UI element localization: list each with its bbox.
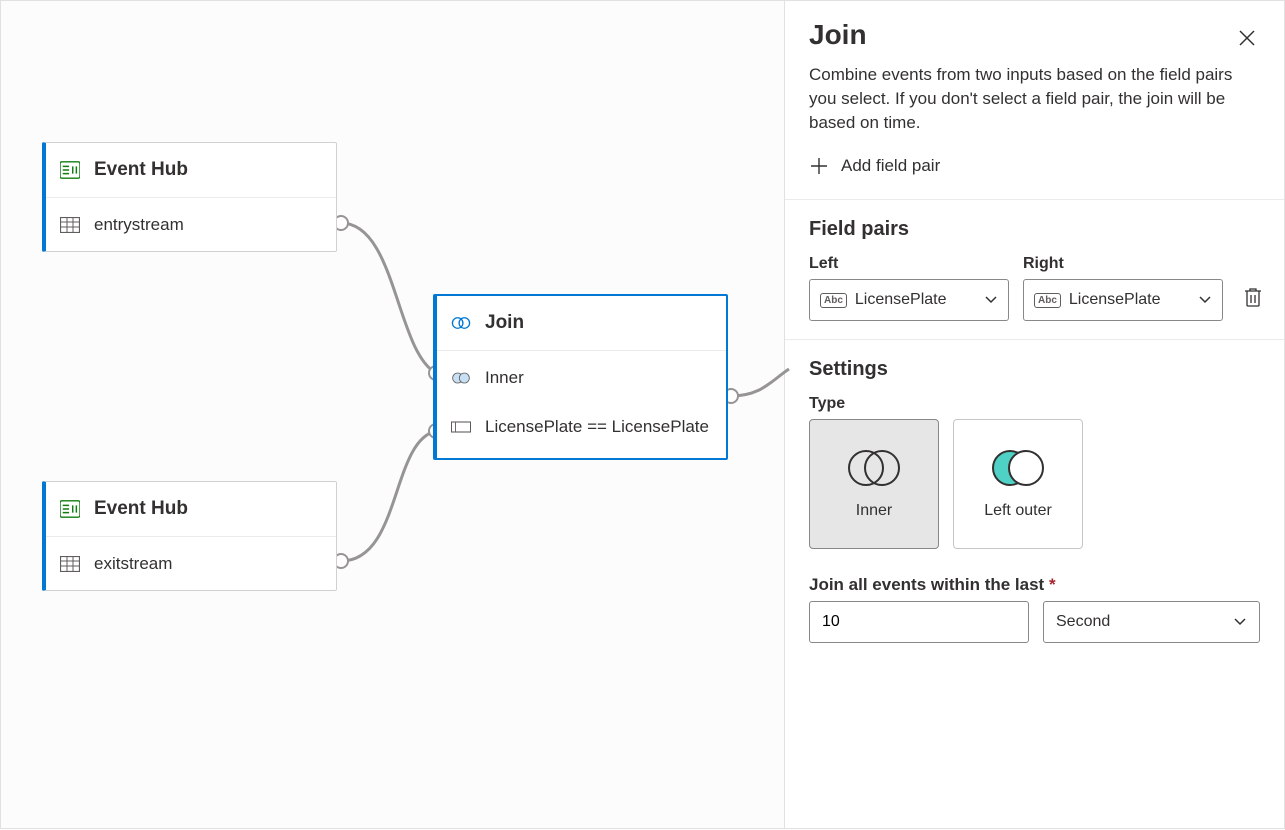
join-type-left-outer[interactable]: Left outer bbox=[953, 419, 1083, 549]
node-title: Event Hub bbox=[94, 159, 188, 181]
add-field-pair-button[interactable]: Add field pair bbox=[809, 152, 940, 180]
left-field-dropdown[interactable]: Abc LicensePlate bbox=[809, 279, 1009, 321]
join-type-left-outer-label: Left outer bbox=[984, 502, 1052, 520]
join-type-tiles: Inner Left outer bbox=[809, 419, 1260, 549]
node-header: Event Hub bbox=[46, 143, 336, 197]
string-type-icon: Abc bbox=[1034, 293, 1061, 308]
time-window-value-input[interactable] bbox=[809, 601, 1029, 643]
node-condition-row: LicensePlate == LicensePlate bbox=[437, 404, 726, 458]
join-type-inner[interactable]: Inner bbox=[809, 419, 939, 549]
left-field-value: LicensePlate bbox=[855, 291, 947, 309]
add-field-pair-label: Add field pair bbox=[841, 156, 940, 176]
string-type-icon: Abc bbox=[820, 293, 847, 308]
table-icon bbox=[60, 554, 80, 574]
join-icon bbox=[451, 313, 471, 333]
time-window-unit-value: Second bbox=[1056, 613, 1110, 631]
node-join-type-row: Inner bbox=[437, 350, 726, 404]
settings-section: Settings Type Inner Left outer bbox=[785, 339, 1284, 661]
time-window-unit-select[interactable]: Second bbox=[1043, 601, 1260, 643]
app-root: Event Hub entrystream bbox=[0, 0, 1285, 829]
inner-venn-icon bbox=[842, 448, 906, 488]
node-header: Join bbox=[437, 296, 726, 350]
node-title: Event Hub bbox=[94, 498, 188, 520]
time-window-row: Second bbox=[809, 601, 1260, 643]
trash-icon bbox=[1243, 286, 1263, 308]
left-column: Left Abc LicensePlate bbox=[809, 255, 1009, 321]
left-outer-venn-icon bbox=[986, 448, 1050, 488]
close-button[interactable] bbox=[1234, 25, 1260, 54]
plus-icon bbox=[809, 156, 829, 176]
field-pair-row: Left Abc LicensePlate Right bbox=[809, 255, 1260, 321]
right-field-value: LicensePlate bbox=[1069, 291, 1161, 309]
node-subtitle: entrystream bbox=[94, 215, 184, 235]
settings-heading: Settings bbox=[809, 358, 1260, 381]
chevron-down-icon bbox=[984, 295, 998, 305]
node-title: Join bbox=[485, 312, 524, 334]
field-pairs-heading: Field pairs bbox=[809, 218, 1260, 241]
delete-pair-button[interactable] bbox=[1237, 280, 1269, 317]
node-join-type-text: Inner bbox=[485, 368, 524, 388]
right-column: Right Abc LicensePlate bbox=[1023, 255, 1223, 321]
node-header: Event Hub bbox=[46, 482, 336, 536]
node-subrow: exitstream bbox=[46, 536, 336, 590]
field-icon bbox=[451, 417, 471, 437]
left-label: Left bbox=[809, 255, 1009, 273]
panel-description: Combine events from two inputs based on … bbox=[809, 63, 1260, 134]
node-join[interactable]: Join Inner LicensePlate bbox=[433, 294, 728, 460]
config-panel: Join Combine events from two inputs base… bbox=[784, 1, 1284, 828]
time-window-label: Join all events within the last * bbox=[809, 575, 1260, 595]
panel-header: Join Combine events from two inputs base… bbox=[785, 1, 1284, 199]
type-label: Type bbox=[809, 395, 1260, 413]
panel-title: Join bbox=[809, 19, 867, 51]
chevron-down-icon bbox=[1198, 295, 1212, 305]
join-type-inner-label: Inner bbox=[856, 502, 892, 520]
node-subtitle: exitstream bbox=[94, 554, 172, 574]
field-pairs-section: Field pairs Left Abc LicensePlate bbox=[785, 199, 1284, 339]
chevron-down-icon bbox=[1233, 617, 1247, 627]
node-eventhub-exit[interactable]: Event Hub exitstream bbox=[42, 481, 337, 591]
right-field-dropdown[interactable]: Abc LicensePlate bbox=[1023, 279, 1223, 321]
join-type-icon bbox=[451, 368, 471, 388]
eventhub-icon bbox=[60, 499, 80, 519]
node-subrow: entrystream bbox=[46, 197, 336, 251]
required-star: * bbox=[1049, 575, 1056, 594]
table-icon bbox=[60, 215, 80, 235]
close-icon bbox=[1238, 29, 1256, 47]
right-label: Right bbox=[1023, 255, 1223, 273]
eventhub-icon bbox=[60, 160, 80, 180]
flow-canvas[interactable]: Event Hub entrystream bbox=[1, 1, 784, 828]
node-condition-text: LicensePlate == LicensePlate bbox=[485, 417, 709, 437]
node-eventhub-entry[interactable]: Event Hub entrystream bbox=[42, 142, 337, 252]
